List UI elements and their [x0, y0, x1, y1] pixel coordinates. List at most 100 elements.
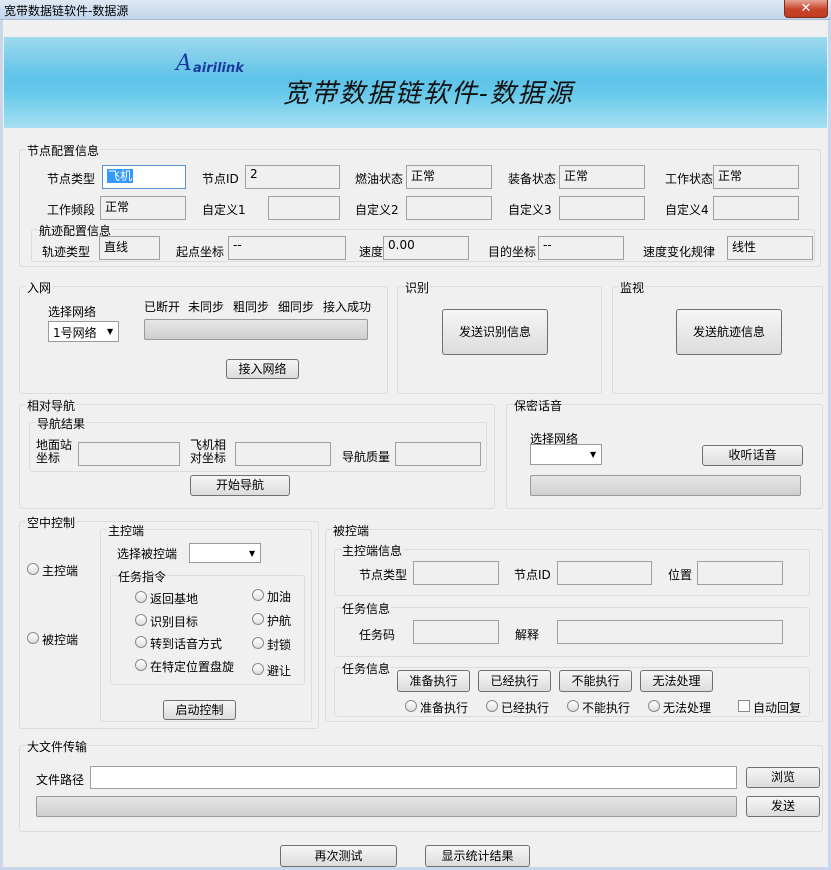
network-select-value: 1号网络	[53, 326, 97, 340]
listen-voice-button[interactable]: 收听话音	[702, 445, 803, 466]
reply-label-executed: 已经执行	[501, 701, 550, 715]
cannot-handle-button[interactable]: 无法处理	[640, 670, 713, 692]
track-type-field[interactable]: 直线	[99, 236, 160, 260]
plane-relative-field[interactable]	[235, 442, 331, 466]
auto-reply-label: 自动回复	[753, 701, 802, 715]
task-radio-refuel[interactable]	[252, 589, 264, 601]
slave-group-title: 被控端	[332, 522, 371, 539]
slave-node-type-field[interactable]	[413, 561, 499, 585]
secure-voice-title: 保密话音	[513, 397, 564, 414]
speed-rule-label: 速度变化规律	[643, 245, 716, 259]
custom2-field[interactable]	[406, 196, 492, 220]
stage-coarse-sync: 粗同步	[233, 300, 270, 314]
custom1-label: 自定义1	[202, 203, 246, 217]
close-button[interactable]: ✕	[784, 0, 828, 18]
stage-fine-sync: 细同步	[278, 300, 315, 314]
nav-quality-field[interactable]	[395, 442, 481, 466]
ready-execute-button[interactable]: 准备执行	[397, 670, 470, 692]
browse-button[interactable]: 浏览	[746, 767, 820, 788]
executed-button[interactable]: 已经执行	[478, 670, 551, 692]
show-stats-button[interactable]: 显示统计结果	[425, 845, 530, 867]
track-type-label: 轨迹类型	[42, 245, 91, 259]
task-label-circle: 在特定位置盘旋	[150, 660, 235, 674]
auto-reply-checkbox[interactable]	[738, 700, 750, 712]
reply-radio-unable[interactable]	[648, 700, 660, 712]
reply-label-ready: 准备执行	[420, 701, 469, 715]
dest-coord-field[interactable]: --	[538, 236, 624, 260]
master-info-title: 主控端信息	[341, 542, 404, 559]
slave-node-id-field[interactable]	[557, 561, 652, 585]
task-radio-return[interactable]	[135, 591, 147, 603]
explain-field[interactable]	[557, 620, 783, 644]
retest-button[interactable]: 再次测试	[280, 845, 397, 867]
slave-node-type-label: 节点类型	[359, 568, 408, 582]
slave-radio[interactable]	[27, 632, 39, 644]
relative-nav-title: 相对导航	[26, 397, 77, 414]
network-entry-title: 入网	[26, 279, 53, 296]
stage-disconnected: 已断开	[144, 300, 181, 314]
network-progress-bar	[144, 319, 368, 340]
reply-label-unable: 无法处理	[663, 701, 712, 715]
file-path-input[interactable]	[90, 766, 737, 789]
file-path-label: 文件路径	[36, 773, 85, 787]
chevron-down-icon: ▼	[590, 450, 597, 459]
task-reply-title: 任务信息	[341, 660, 392, 677]
air-control-title: 空中控制	[26, 514, 77, 531]
task-info-title: 任务信息	[341, 600, 392, 617]
stage-joined: 接入成功	[323, 300, 372, 314]
master-radio[interactable]	[27, 563, 39, 575]
reply-radio-executed[interactable]	[486, 700, 498, 712]
window-frame-left	[0, 20, 3, 870]
task-radio-blockade[interactable]	[252, 637, 264, 649]
task-code-label: 任务码	[359, 628, 396, 642]
work-status-field[interactable]: 正常	[713, 165, 799, 189]
custom3-field[interactable]	[559, 196, 645, 220]
equip-status-field[interactable]: 正常	[559, 165, 645, 189]
start-coord-label: 起点坐标	[176, 245, 225, 259]
explain-label: 解释	[515, 628, 540, 642]
task-label-escort: 护航	[267, 614, 292, 628]
task-radio-circle[interactable]	[135, 659, 147, 671]
node-type-field[interactable]: 飞机	[102, 165, 186, 189]
speed-rule-field[interactable]: 线性	[727, 236, 813, 260]
task-radio-avoid[interactable]	[252, 663, 264, 675]
join-network-button[interactable]: 接入网络	[226, 359, 299, 379]
task-radio-identify[interactable]	[135, 614, 147, 626]
window-title: 宽带数据链软件-数据源	[4, 4, 129, 18]
speed-field[interactable]: 0.00	[383, 236, 469, 260]
start-coord-field[interactable]: --	[228, 236, 346, 260]
reply-radio-ready[interactable]	[405, 700, 417, 712]
start-control-button[interactable]: 启动控制	[163, 700, 236, 720]
task-radio-escort[interactable]	[252, 613, 264, 625]
task-label-return: 返回基地	[150, 592, 199, 606]
reply-radio-cannot[interactable]	[567, 700, 579, 712]
custom1-field[interactable]	[268, 196, 340, 220]
task-label-voice: 转到话音方式	[150, 637, 223, 651]
nav-quality-label: 导航质量	[342, 450, 391, 464]
send-track-button[interactable]: 发送航迹信息	[676, 309, 782, 355]
task-label-avoid: 避让	[267, 664, 292, 678]
reply-label-cannot: 不能执行	[582, 701, 631, 715]
slave-radio-label: 被控端	[42, 633, 79, 647]
node-type-value: 飞机	[107, 169, 134, 183]
position-field[interactable]	[697, 561, 783, 585]
task-label-identify: 识别目标	[150, 615, 199, 629]
file-progress-bar	[36, 796, 737, 817]
task-radio-voice[interactable]	[135, 636, 147, 648]
work-status-label: 工作状态	[665, 172, 714, 186]
monitor-title: 监视	[619, 279, 646, 296]
send-identify-button[interactable]: 发送识别信息	[442, 309, 548, 355]
start-nav-button[interactable]: 开始导航	[190, 475, 290, 496]
work-freq-field[interactable]: 正常	[100, 196, 186, 220]
voice-progress-bar	[530, 475, 801, 496]
node-config-title: 节点配置信息	[26, 142, 101, 159]
fuel-status-label: 燃油状态	[355, 172, 404, 186]
send-file-button[interactable]: 发送	[746, 796, 820, 817]
ground-station-field[interactable]	[78, 442, 180, 466]
task-code-field[interactable]	[413, 620, 499, 644]
custom4-field[interactable]	[713, 196, 799, 220]
node-id-field[interactable]: 2	[245, 165, 340, 189]
cannot-execute-button[interactable]: 不能执行	[559, 670, 632, 692]
fuel-status-field[interactable]: 正常	[406, 165, 492, 189]
chevron-down-icon: ▼	[249, 549, 256, 558]
